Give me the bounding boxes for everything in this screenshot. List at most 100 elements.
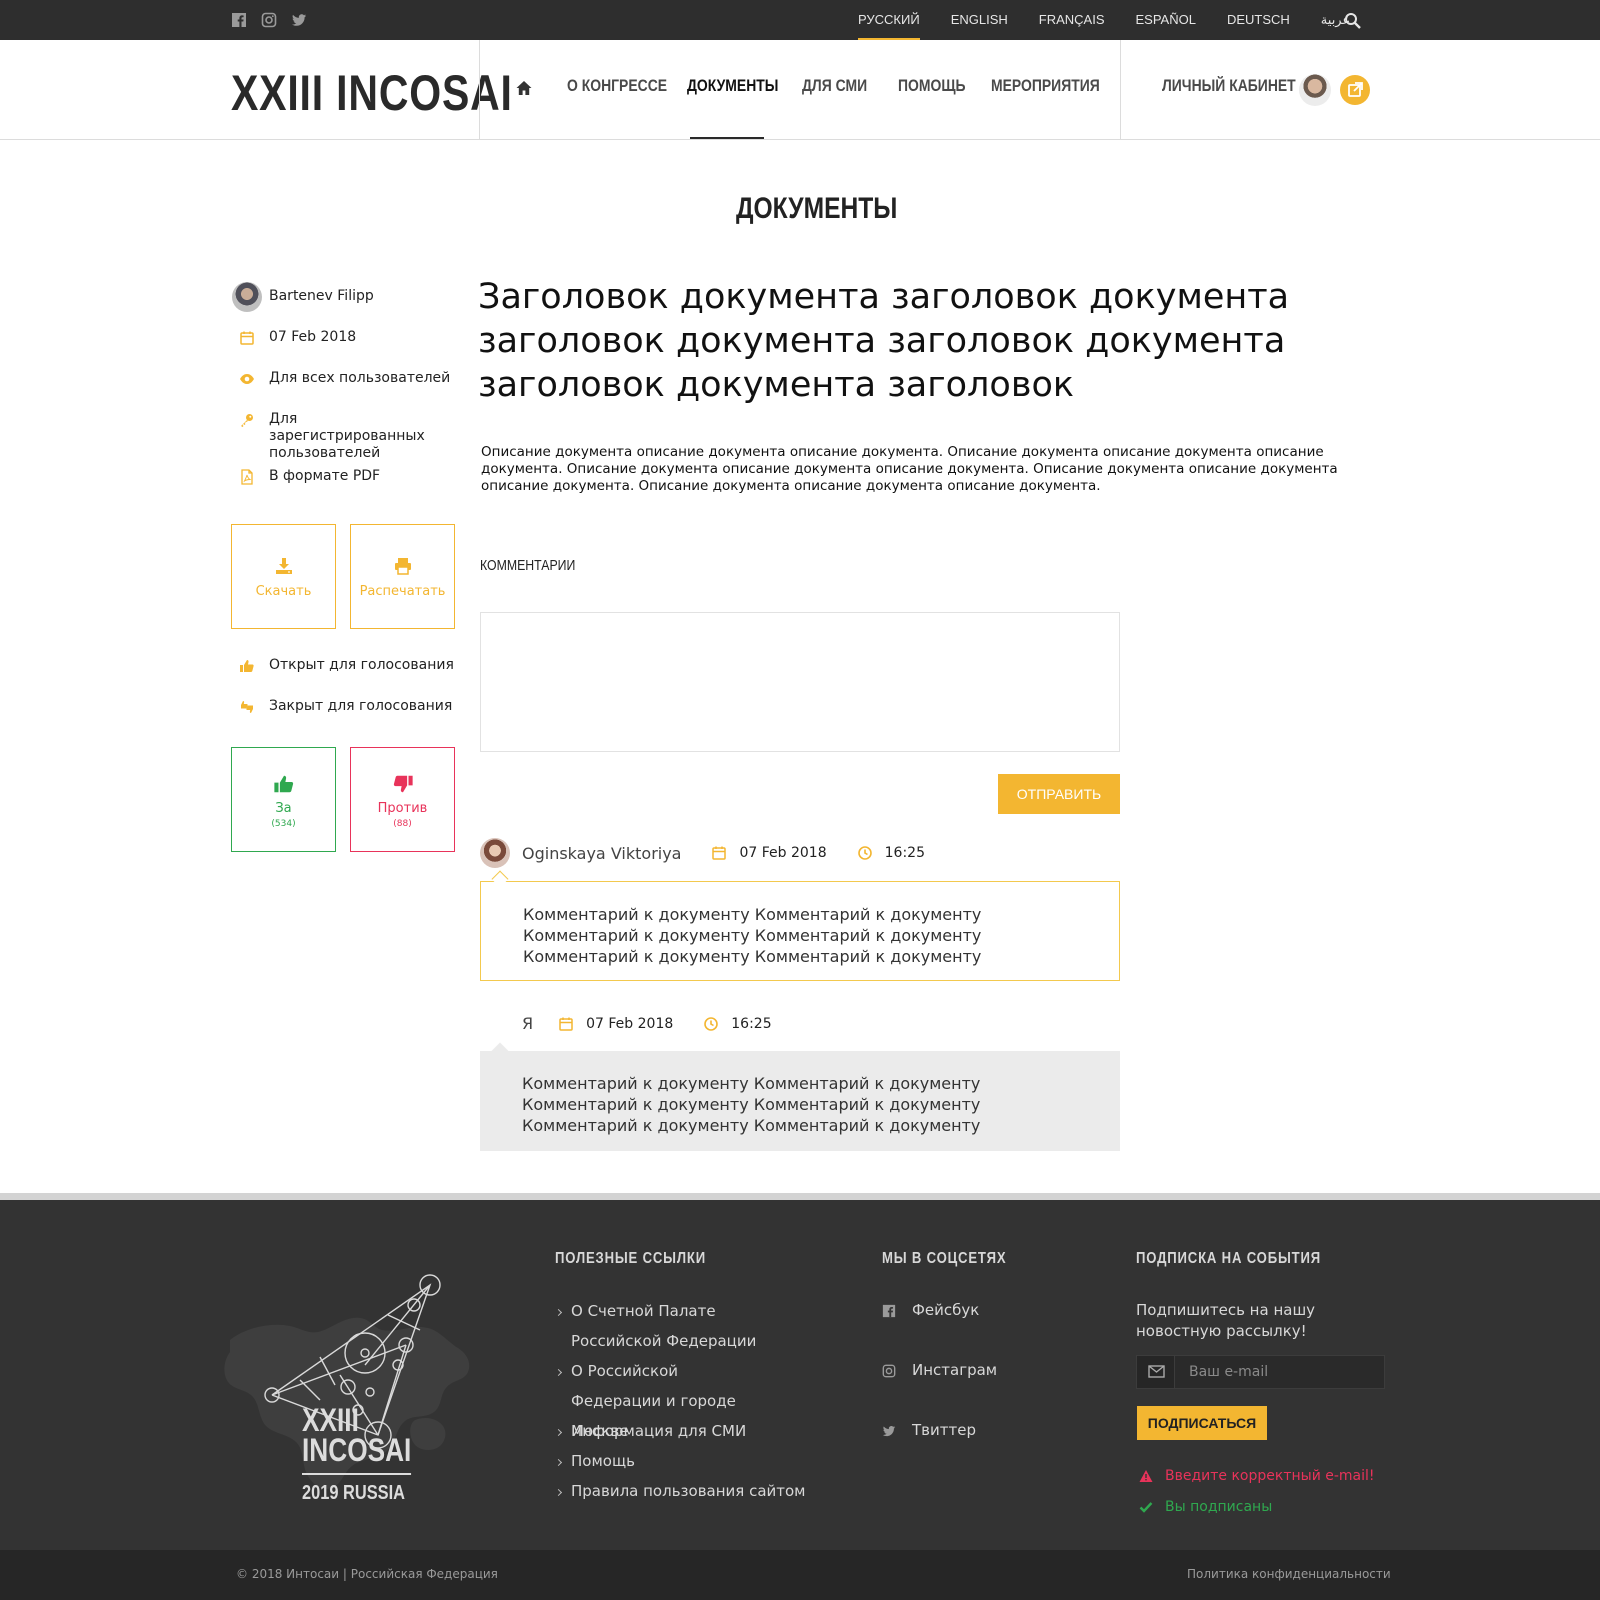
format-label: В формате PDF — [269, 468, 381, 484]
access-all-row: Для всех пользователей — [239, 370, 450, 387]
document-description: Описание документа описание документа оп… — [481, 444, 1338, 494]
lang-french[interactable]: FRANÇAIS — [1039, 0, 1105, 40]
warning-icon — [1139, 1469, 1153, 1483]
footer-logo-line2: INCOSAI — [302, 1432, 412, 1475]
comment-header: Я 07 Feb 2018 16:25 — [522, 1014, 802, 1033]
home-icon[interactable] — [515, 79, 533, 97]
comment-body: Комментарий к документу Комментарий к до… — [480, 881, 1120, 981]
clock-icon — [857, 845, 873, 861]
access-registered-label: Для зарегистрированных пользователей — [269, 411, 425, 461]
lang-german[interactable]: DEUTSCH — [1227, 0, 1290, 40]
vote-for-button[interactable]: За (534) — [231, 747, 336, 852]
subscribe-button[interactable]: ПОДПИСАТЬСЯ — [1137, 1406, 1267, 1440]
voting-open-row: Открыт для голосования — [239, 657, 454, 674]
lang-english[interactable]: ENGLISH — [951, 0, 1008, 40]
comment-body: Комментарий к документу Комментарий к до… — [480, 1051, 1120, 1151]
comment-header: Oginskaya Viktoriya 07 Feb 2018 16:25 — [480, 838, 955, 868]
checkmark-icon — [1139, 1500, 1153, 1514]
page-title: ДОКУМЕНТЫ — [736, 192, 898, 225]
print-button[interactable]: Распечатать — [350, 524, 455, 629]
vote-against-button[interactable]: Против (88) — [350, 747, 455, 852]
footer-facebook-link[interactable]: Фейсбук — [882, 1301, 979, 1319]
external-link-icon — [1348, 82, 1363, 97]
clock-icon — [703, 1016, 719, 1032]
vote-against-count: (88) — [393, 819, 412, 829]
send-comment-button[interactable]: ОТПРАВИТЬ — [998, 774, 1120, 814]
comment-time: 16:25 — [731, 1015, 772, 1032]
instagram-icon[interactable] — [261, 12, 277, 28]
search-icon[interactable] — [1344, 12, 1362, 30]
lang-russian[interactable]: РУССКИЙ — [858, 0, 920, 40]
instagram-label: Инстаграм — [912, 1361, 998, 1379]
nav-congress[interactable]: О КОНГРЕССЕ — [567, 76, 667, 96]
calendar-icon — [239, 330, 255, 346]
author-avatar — [232, 282, 262, 312]
footer-instagram-link[interactable]: Инстаграм — [882, 1361, 997, 1379]
top-bar: РУССКИЙ ENGLISH FRANÇAIS ESPAÑOL DEUTSCH… — [0, 0, 1600, 40]
printer-icon — [393, 556, 413, 576]
footer-social-heading: МЫ В СОЦСЕТЯХ — [882, 1250, 1007, 1267]
error-text: Введите корректный e-mail! — [1165, 1468, 1375, 1484]
twitter-icon[interactable] — [291, 12, 307, 28]
voting-closed-row: Закрыт для голосования — [239, 698, 452, 715]
thumbs-down-icon — [392, 773, 414, 795]
author-name: Bartenev Filipp — [269, 288, 374, 304]
user-avatar[interactable] — [1299, 74, 1331, 106]
email-field — [1136, 1355, 1385, 1389]
privacy-policy-link[interactable]: Политика конфиденциальности — [1187, 1567, 1391, 1581]
envelope-icon — [1137, 1356, 1175, 1388]
vote-for-count: (534) — [271, 819, 296, 829]
nav-help[interactable]: ПОМОЩЬ — [898, 76, 966, 96]
thumbs-up-down-icon — [239, 699, 255, 715]
lang-spanish[interactable]: ESPAÑOL — [1136, 0, 1196, 40]
site-logo[interactable]: XXIII INCOSAI — [231, 64, 513, 122]
footer-subscribe-heading: ПОДПИСКА НА СОБЫТИЯ — [1136, 1250, 1321, 1267]
calendar-icon — [558, 1016, 574, 1032]
footer-link-help[interactable]: Помощь — [571, 1446, 635, 1476]
copyright-text: © 2018 Интосаи | Российская Федерация — [236, 1567, 498, 1581]
nav-active-indicator — [690, 137, 764, 139]
instagram-icon — [882, 1363, 896, 1378]
eye-icon — [239, 371, 255, 387]
thumbs-up-icon — [239, 658, 255, 674]
header-divider-left — [479, 40, 480, 139]
thumbs-up-icon — [273, 773, 295, 795]
facebook-icon[interactable] — [231, 12, 247, 28]
nav-documents[interactable]: ДОКУМЕНТЫ — [687, 76, 778, 96]
download-button[interactable]: Скачать — [231, 524, 336, 629]
main-header: XXIII INCOSAI О КОНГРЕССЕ ДОКУМЕНТЫ ДЛЯ … — [0, 40, 1600, 140]
footer-links-heading: ПОЛЕЗНЫЕ ССЫЛКИ — [555, 1250, 706, 1267]
comment-time: 16:25 — [884, 845, 925, 861]
vote-against-label: Против — [377, 801, 428, 816]
comment-textarea[interactable] — [480, 612, 1120, 752]
language-switcher: РУССКИЙ ENGLISH FRANÇAIS ESPAÑOL DEUTSCH… — [858, 0, 1381, 40]
format-row: В формате PDF — [239, 468, 380, 485]
facebook-label: Фейсбук — [912, 1301, 980, 1319]
header-divider-right — [1120, 40, 1121, 139]
facebook-icon — [882, 1303, 896, 1318]
footer-logo-line3: 2019 RUSSIA — [302, 1482, 406, 1504]
external-link-button[interactable] — [1340, 75, 1370, 105]
calendar-icon — [711, 845, 727, 861]
footer-link-audit-chamber[interactable]: О Счетной Палате Российской Федерации — [571, 1296, 761, 1356]
comment-date: 07 Feb 2018 — [739, 845, 827, 861]
print-label: Распечатать — [359, 584, 446, 599]
personal-cabinet-link[interactable]: ЛИЧНЫЙ КАБИНЕТ — [1162, 76, 1296, 96]
download-label: Скачать — [255, 584, 312, 599]
twitter-icon — [882, 1423, 896, 1437]
access-registered-row: Для зарегистрированных пользователей — [239, 411, 449, 462]
email-input[interactable] — [1175, 1356, 1384, 1388]
twitter-label: Твиттер — [912, 1421, 976, 1439]
subscribe-success-message: Вы подписаны — [1139, 1499, 1272, 1515]
pdf-file-icon — [239, 469, 255, 485]
document-date: 07 Feb 2018 — [269, 329, 357, 345]
subscribe-description: Подпишитесь на нашу новостную рассылку! — [1136, 1301, 1316, 1340]
commenter-avatar — [480, 838, 510, 868]
document-title: Заголовок документа заголовок документа … — [478, 277, 1290, 405]
nav-events[interactable]: МЕРОПРИЯТИЯ — [991, 76, 1100, 96]
footer-twitter-link[interactable]: Твиттер — [882, 1421, 976, 1439]
footer-link-media-info[interactable]: Информация для СМИ — [571, 1416, 746, 1446]
comment-date: 07 Feb 2018 — [586, 1015, 674, 1032]
nav-media[interactable]: ДЛЯ СМИ — [802, 76, 867, 96]
footer-link-rules[interactable]: Правила пользования сайтом — [571, 1476, 806, 1506]
